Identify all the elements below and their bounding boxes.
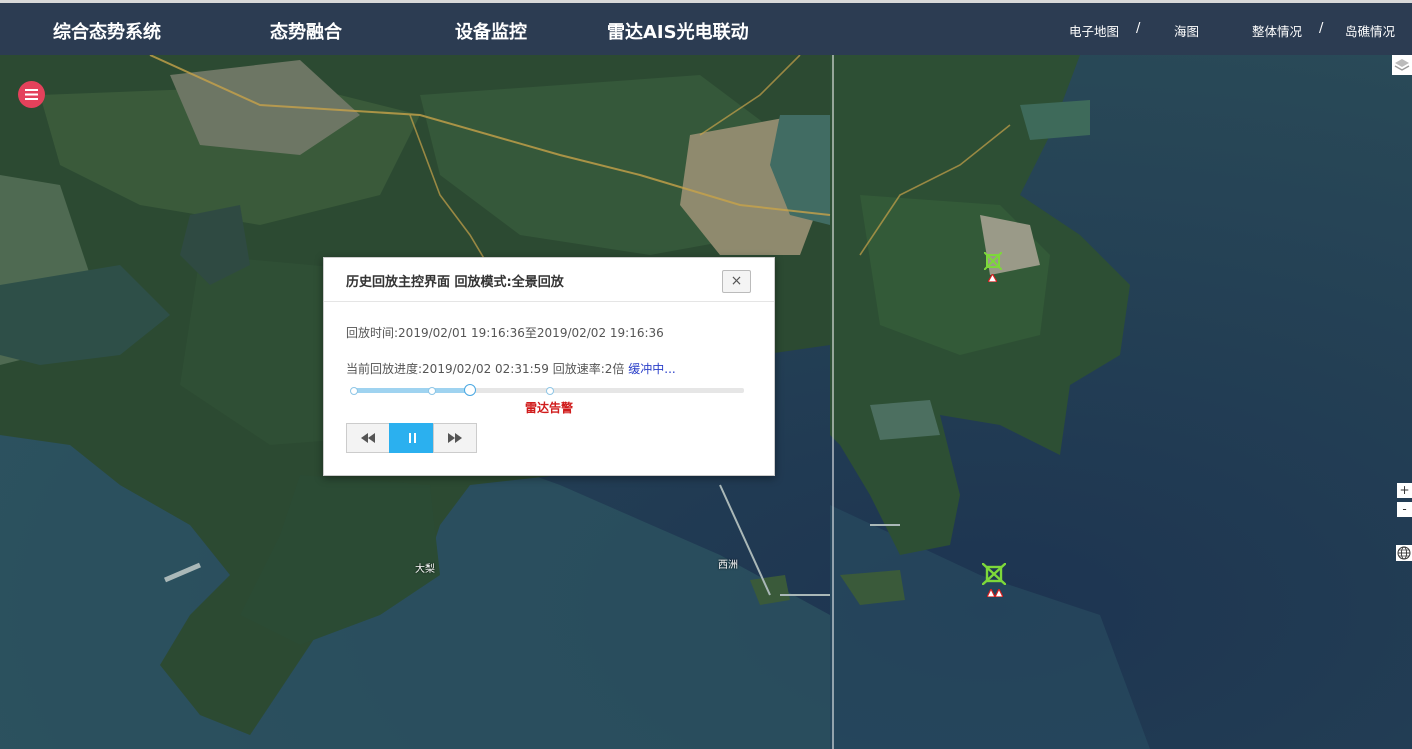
- pause-icon: [408, 433, 416, 443]
- radar-alarm-label: 雷达告警: [525, 401, 574, 415]
- playback-control-dialog: 历史回放主控界面 回放模式:全景回放 × 回放时间:2019/02/01 19:…: [323, 257, 775, 476]
- nav-item-electronic-map[interactable]: 电子地图: [1069, 21, 1119, 40]
- buffer-status: 缓冲中...: [628, 362, 676, 376]
- nav-item-island-status[interactable]: 岛礁情况: [1345, 21, 1395, 40]
- progress-slider[interactable]: [350, 384, 744, 396]
- progress-handle[interactable]: [464, 384, 477, 396]
- nav-separator: /: [1136, 21, 1141, 36]
- dialog-title: 历史回放主控界面 回放模式:全景回放: [346, 275, 564, 290]
- playback-progress-text: 当前回放进度:2019/02/02 02:31:59 回放速率:2倍 缓冲中..…: [346, 360, 676, 377]
- fast-forward-icon: [448, 433, 462, 443]
- zoom-in-button[interactable]: +: [1397, 483, 1412, 498]
- globe-button[interactable]: [1396, 545, 1412, 561]
- map-place-label: 大梨: [415, 564, 435, 575]
- nav-item-overall-status[interactable]: 整体情况: [1252, 21, 1302, 40]
- rewind-icon: [361, 433, 375, 443]
- globe-icon: [1397, 546, 1411, 560]
- nav-item-sea-chart[interactable]: 海图: [1174, 21, 1199, 40]
- nav-item-overall-situation[interactable]: 综合态势系统: [53, 18, 161, 44]
- map-place-label: 西洲: [718, 560, 738, 571]
- timeline-marker[interactable]: [428, 386, 436, 395]
- pause-button[interactable]: [389, 423, 435, 453]
- top-nav-bar: 综合态势系统 态势融合 设备监控 雷达AIS光电联动 电子地图 / 海图 整体情…: [0, 0, 1412, 58]
- menu-button[interactable]: [18, 81, 45, 108]
- alarm-marker-icon: [987, 589, 1003, 597]
- progress-fill: [353, 388, 471, 393]
- alarm-marker-icon: [988, 274, 997, 282]
- nav-item-situation-fusion[interactable]: 态势融合: [270, 18, 342, 44]
- fast-forward-button[interactable]: [433, 423, 477, 453]
- nav-item-device-monitoring[interactable]: 设备监控: [455, 18, 527, 44]
- close-icon: ×: [730, 273, 743, 289]
- nav-item-radar-ais-linkage[interactable]: 雷达AIS光电联动: [607, 18, 749, 44]
- timeline-marker[interactable]: [350, 386, 358, 395]
- timeline-marker[interactable]: [546, 386, 554, 395]
- radar-target-icon[interactable]: [982, 563, 1006, 585]
- progress-status: 当前回放进度:2019/02/02 02:31:59 回放速率:2倍: [346, 362, 625, 376]
- radar-target-icon[interactable]: [984, 252, 1002, 270]
- layers-button[interactable]: [1392, 55, 1412, 75]
- divider: [324, 301, 774, 302]
- layers-icon: [1394, 59, 1410, 71]
- close-button[interactable]: ×: [722, 270, 751, 293]
- zoom-out-button[interactable]: -: [1397, 502, 1412, 517]
- nav-separator: /: [1319, 21, 1324, 36]
- playback-time-range: 回放时间:2019/02/01 19:16:36至2019/02/02 19:1…: [346, 326, 664, 340]
- rewind-button[interactable]: [346, 423, 390, 453]
- menu-icon: [25, 89, 38, 100]
